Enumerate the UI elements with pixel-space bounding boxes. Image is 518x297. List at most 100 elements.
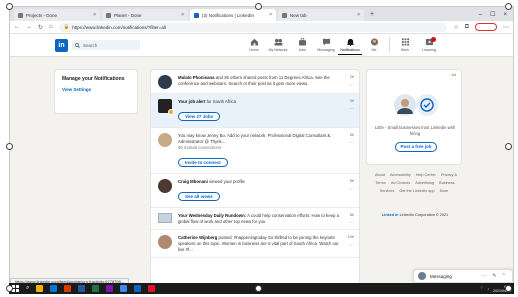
- resize-handle[interactable]: [505, 143, 512, 150]
- notification-item[interactable]: Catherine Wijnberg posted: #happeningtod…: [151, 230, 359, 258]
- resize-handle[interactable]: [255, 3, 262, 10]
- job-alert-icon: [158, 99, 174, 115]
- close-icon[interactable]: ×: [269, 12, 272, 18]
- manage-notifications-card: Manage your Notifications View Settings: [54, 69, 138, 114]
- messaging-controls-icon[interactable]: ⋯ ✎ ⌃: [482, 273, 508, 279]
- notification-item[interactable]: Your Wednesday Daily Rundown: A could he…: [151, 208, 359, 230]
- linkedin-logo[interactable]: in: [55, 39, 68, 52]
- resize-handle[interactable]: [505, 3, 512, 10]
- app-icon[interactable]: [148, 285, 156, 292]
- footer-copyright: Linked in LinkedIn Corporation © 2021: [370, 213, 460, 217]
- collections-icon[interactable]: ⧉: [465, 24, 469, 31]
- more-options-icon[interactable]: ⋯: [349, 243, 354, 248]
- notification-text: You may know Jenny Bo. Add to your netwo…: [178, 133, 331, 144]
- search-icon[interactable]: ⌕: [26, 285, 29, 292]
- nav-my-network[interactable]: My Network: [266, 36, 290, 55]
- windows-start-icon[interactable]: [12, 285, 19, 292]
- nav-label: Messaging: [317, 48, 335, 52]
- notification-item[interactable]: You may know Jenny Bo. Add to your netwo…: [151, 128, 359, 174]
- profile-button[interactable]: [475, 23, 497, 31]
- resize-handle[interactable]: [505, 285, 512, 292]
- card-title: Manage your Notifications: [62, 76, 125, 82]
- resize-handle[interactable]: [6, 3, 13, 10]
- footer-link[interactable]: Get the LinkedIn app: [399, 189, 434, 193]
- url-field[interactable]: 🔒 https://www.linkedin.com/notifications…: [58, 22, 448, 32]
- office-icon[interactable]: [64, 285, 72, 292]
- nav-work[interactable]: Work: [393, 36, 417, 55]
- minimize-icon[interactable]: –: [479, 9, 482, 21]
- resize-handle[interactable]: [6, 143, 13, 150]
- news-thumbnail: [158, 213, 172, 223]
- close-window-icon[interactable]: ×: [503, 9, 507, 21]
- linkedin-mini-logo: Linked in: [381, 213, 399, 217]
- notification-text: Your job alert for South Africa: [178, 99, 341, 105]
- new-tab-button[interactable]: +: [366, 9, 378, 21]
- back-icon[interactable]: ←: [14, 24, 20, 30]
- notification-time: 5h: [349, 133, 354, 137]
- nav-notifications[interactable]: Notifications: [338, 36, 362, 55]
- star-icon[interactable]: ☆: [453, 24, 458, 31]
- nav-learning[interactable]: Learning: [417, 36, 441, 55]
- home-browser-icon[interactable]: ⌂: [49, 24, 53, 30]
- more-options-icon[interactable]: ⋯: [349, 83, 354, 88]
- browser-tab-4[interactable]: New tab ×: [278, 9, 364, 21]
- edge-icon[interactable]: [50, 285, 58, 292]
- nav-jobs[interactable]: Jobs: [290, 36, 314, 55]
- browser-tab-3[interactable]: (3) Notifications | LinkedIn ×: [190, 9, 276, 21]
- maximize-icon[interactable]: ☐: [490, 9, 495, 21]
- footer-link[interactable]: More: [440, 189, 449, 193]
- notification-meta: 6h ⋯: [349, 179, 354, 192]
- more-options-icon[interactable]: ⋯: [349, 221, 354, 226]
- footer-link[interactable]: Advertising: [415, 181, 434, 185]
- grid-icon: [401, 38, 409, 46]
- more-options-icon[interactable]: ⋯: [349, 187, 354, 192]
- notification-item[interactable]: Craig Mbonani viewed your profile See al…: [151, 174, 359, 208]
- word-icon[interactable]: [78, 285, 86, 292]
- browser-tab-2[interactable]: Planet - Done ×: [102, 9, 188, 21]
- notification-item[interactable]: Your job alert for South Africa View 27 …: [151, 94, 359, 128]
- more-options-icon[interactable]: ⋯: [349, 107, 354, 112]
- nav-label: Home: [249, 48, 259, 52]
- nav-home[interactable]: Home: [242, 36, 266, 55]
- messaging-icon: [322, 38, 330, 46]
- footer-link[interactable]: Ad Choices: [391, 181, 410, 185]
- notification-time: 2h: [349, 75, 354, 79]
- file-explorer-icon[interactable]: [36, 285, 44, 292]
- view-settings-link[interactable]: View Settings: [62, 87, 130, 92]
- notification-actor: Your job alert: [178, 99, 206, 104]
- browser-tab-1[interactable]: Projects - Done ×: [14, 9, 100, 21]
- more-icon[interactable]: ⋯: [503, 24, 509, 31]
- volume-icon[interactable]: ♪: [487, 287, 489, 291]
- ad-label: Ad: [451, 73, 456, 77]
- nav-messaging[interactable]: Messaging: [314, 36, 338, 55]
- excel-icon[interactable]: [92, 285, 100, 292]
- resize-handle[interactable]: [6, 285, 13, 292]
- linkedin-taskbar-icon[interactable]: [134, 285, 142, 292]
- notification-badge: [431, 37, 436, 42]
- resize-handle[interactable]: [255, 285, 262, 292]
- close-icon[interactable]: ×: [93, 12, 96, 18]
- nav-me[interactable]: Me: [362, 36, 386, 55]
- chrome-icon[interactable]: [120, 285, 128, 292]
- wifi-icon[interactable]: ⌔: [480, 286, 483, 291]
- close-icon[interactable]: ×: [357, 12, 360, 18]
- footer-link[interactable]: Accessibility: [390, 173, 411, 177]
- reload-icon[interactable]: ↻: [38, 24, 43, 31]
- see-all-views-button[interactable]: See all views: [178, 192, 220, 201]
- close-icon[interactable]: ×: [181, 12, 184, 18]
- notification-item[interactable]: Mulalo Phonisana and 35 others shared po…: [151, 70, 359, 94]
- notification-meta: 2h ⋯: [349, 75, 354, 88]
- footer-link[interactable]: Help Center: [416, 173, 436, 177]
- view-jobs-button[interactable]: View 27 Jobs: [178, 112, 221, 121]
- onenote-icon[interactable]: [106, 285, 114, 292]
- more-options-icon[interactable]: ⋯: [349, 141, 354, 146]
- footer-link[interactable]: About: [375, 173, 385, 177]
- post-free-job-button[interactable]: Post a free job: [395, 142, 437, 152]
- messaging-bar[interactable]: Messaging ⋯ ✎ ⌃: [413, 269, 513, 283]
- invite-to-connect-button[interactable]: Invite to connect: [178, 158, 228, 167]
- notification-body: Your Wednesday Daily Rundown: A could he…: [178, 213, 341, 225]
- forward-icon[interactable]: →: [26, 24, 32, 30]
- notification-message: for South Africa: [205, 99, 236, 104]
- search-input[interactable]: Search: [72, 40, 140, 50]
- tab-label: Projects - Done: [26, 12, 58, 18]
